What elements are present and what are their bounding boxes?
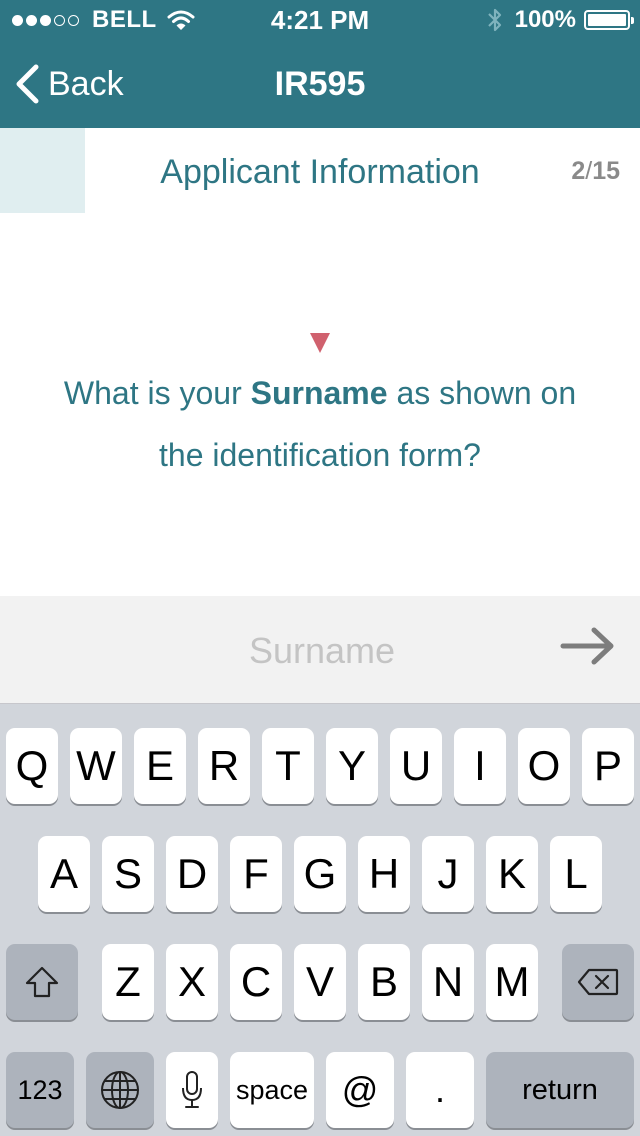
globe-key[interactable] — [86, 1052, 154, 1128]
status-bar-right: 100% — [487, 6, 634, 34]
key-r[interactable]: R — [198, 728, 250, 804]
key-m[interactable]: M — [486, 944, 538, 1020]
key-g[interactable]: G — [294, 836, 346, 912]
battery-fill — [588, 14, 626, 26]
key-p[interactable]: P — [582, 728, 634, 804]
nav-title: IR595 — [274, 65, 366, 103]
space-key[interactable]: space — [230, 1052, 314, 1128]
delete-key[interactable] — [562, 944, 634, 1020]
key-i[interactable]: I — [454, 728, 506, 804]
key-b[interactable]: B — [358, 944, 410, 1020]
surname-input[interactable] — [80, 620, 564, 682]
at-key[interactable]: @ — [326, 1052, 394, 1128]
key-x[interactable]: X — [166, 944, 218, 1020]
key-h[interactable]: H — [358, 836, 410, 912]
key-t[interactable]: T — [262, 728, 314, 804]
key-a[interactable]: A — [38, 836, 90, 912]
period-key[interactable]: . — [406, 1052, 474, 1128]
step-counter: 2/15 — [571, 156, 620, 186]
key-y[interactable]: Y — [326, 728, 378, 804]
status-bar: BELL 4:21 PM 100% — [0, 0, 640, 40]
key-u[interactable]: U — [390, 728, 442, 804]
numbers-key[interactable]: 123 — [6, 1052, 74, 1128]
globe-icon — [101, 1071, 139, 1109]
bluetooth-icon — [487, 8, 501, 32]
key-o[interactable]: O — [518, 728, 570, 804]
key-v[interactable]: V — [294, 944, 346, 1020]
keyboard: Q W E R T Y U I O P A S D F G H J K L Z … — [0, 704, 640, 1136]
microphone-icon — [182, 1071, 202, 1108]
key-e[interactable]: E — [134, 728, 186, 804]
battery-nub — [631, 17, 634, 24]
shift-key[interactable] — [6, 944, 78, 1020]
key-w[interactable]: W — [70, 728, 122, 804]
key-l[interactable]: L — [550, 836, 602, 912]
app-header: BELL 4:21 PM 100% Back IR595 — [0, 0, 640, 128]
answer-input-bar — [0, 596, 640, 704]
shift-icon — [25, 966, 59, 998]
return-key[interactable]: return — [486, 1052, 634, 1128]
navigation-bar: Back IR595 — [0, 40, 640, 128]
key-j[interactable]: J — [422, 836, 474, 912]
key-d[interactable]: D — [166, 836, 218, 912]
question-text: What is your Surname as shown on the ide… — [40, 362, 600, 486]
key-n[interactable]: N — [422, 944, 474, 1020]
question-marker-icon — [310, 333, 330, 353]
key-q[interactable]: Q — [6, 728, 58, 804]
question-emphasis: Surname — [250, 375, 388, 411]
step-total: 15 — [592, 157, 620, 185]
next-arrow-icon[interactable] — [560, 626, 616, 666]
microphone-key[interactable] — [166, 1052, 218, 1128]
question-prefix: What is your — [63, 375, 251, 411]
key-f[interactable]: F — [230, 836, 282, 912]
key-s[interactable]: S — [102, 836, 154, 912]
battery-percentage: 100% — [514, 6, 576, 33]
key-z[interactable]: Z — [102, 944, 154, 1020]
backspace-icon — [577, 968, 619, 996]
section-title: Applicant Information — [160, 153, 480, 191]
battery-icon — [584, 10, 634, 30]
key-k[interactable]: K — [486, 836, 538, 912]
key-c[interactable]: C — [230, 944, 282, 1020]
step-current: 2 — [571, 157, 586, 185]
